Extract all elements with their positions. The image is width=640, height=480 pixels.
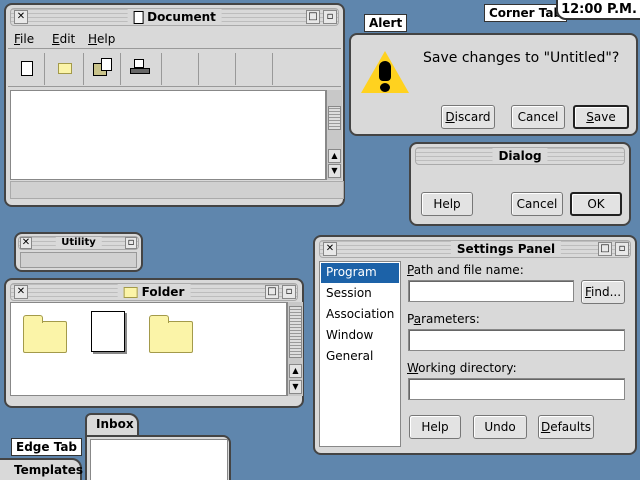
defaults-button[interactable]: Defaults — [538, 415, 594, 439]
scroll-up-icon[interactable]: ▲ — [328, 149, 341, 163]
settings-window: ✕ Settings Panel □ ▫ Program Session Ass… — [313, 235, 637, 455]
close-icon[interactable]: ✕ — [14, 10, 28, 24]
toolbar-slot — [163, 53, 199, 85]
clock-text: 12:00 P.M. — [561, 2, 637, 17]
alert-cancel-button[interactable]: Cancel — [511, 105, 565, 129]
workdir-field[interactable] — [408, 378, 625, 400]
window-title: Folder — [141, 285, 185, 299]
sidebar-item-window[interactable]: Window — [321, 326, 399, 346]
inbox-body — [85, 435, 231, 480]
warning-dot — [380, 83, 390, 92]
print-icon[interactable] — [122, 53, 162, 85]
vertical-scrollbar[interactable]: ▲ ▼ — [287, 302, 303, 396]
document-icon — [133, 10, 144, 24]
folder-icon[interactable] — [23, 315, 67, 353]
minimize-icon[interactable]: ▫ — [615, 242, 629, 256]
inbox-content — [90, 439, 228, 480]
maximize-icon[interactable]: □ — [598, 242, 612, 256]
copy-icon[interactable] — [85, 53, 121, 85]
minimize-icon[interactable]: ▫ — [323, 10, 337, 24]
alert-window: Save changes to "Untitled"? Discard Canc… — [349, 33, 638, 136]
dialog-window: Dialog Help Cancel OK — [409, 142, 631, 226]
scroll-up-icon[interactable]: ▲ — [289, 364, 302, 378]
open-folder-icon[interactable] — [46, 53, 84, 85]
find-button[interactable]: Find... — [581, 280, 625, 304]
path-label: Path and file name: — [407, 263, 524, 277]
params-label: Parameters: — [407, 312, 480, 326]
vertical-scrollbar[interactable]: ▲ ▼ — [326, 90, 342, 180]
sidebar-item-general[interactable]: General — [321, 347, 399, 367]
close-icon[interactable]: ✕ — [14, 285, 28, 299]
menu-file[interactable]: File — [14, 32, 34, 46]
new-file-icon[interactable] — [11, 53, 45, 85]
file-icon[interactable] — [91, 311, 125, 352]
utility-title: Utility — [55, 237, 102, 249]
dialog-title: Dialog — [492, 148, 548, 164]
sidebar-item-association[interactable]: Association — [321, 305, 399, 325]
window-title: Document — [147, 10, 216, 24]
clock: 12:00 P.M. — [556, 0, 640, 20]
settings-titlebar[interactable]: ✕ Settings Panel □ ▫ — [319, 240, 631, 258]
scroll-down-icon[interactable]: ▼ — [328, 164, 341, 178]
undo-button[interactable]: Undo — [473, 415, 527, 439]
scroll-down-icon[interactable]: ▼ — [289, 380, 302, 394]
templates-tab[interactable]: Templates — [0, 458, 84, 480]
utility-body — [20, 252, 137, 268]
maximize-icon[interactable]: □ — [306, 10, 320, 24]
close-icon[interactable]: ✕ — [323, 242, 337, 256]
settings-sidebar: Program Session Association Window Gener… — [319, 261, 401, 447]
dialog-help-button[interactable]: Help — [421, 192, 473, 216]
scroll-thumb[interactable] — [289, 306, 302, 358]
utility-window: ✕ Utility ▫ — [14, 232, 143, 272]
settings-title: Settings Panel — [450, 241, 562, 257]
parameters-field[interactable] — [408, 329, 625, 351]
folder-icon[interactable] — [149, 315, 193, 353]
alert-message: Save changes to "Untitled"? — [423, 50, 620, 66]
toolbar-slot — [200, 53, 236, 85]
toolbar-slot — [237, 53, 273, 85]
menu-edit[interactable]: Edit — [52, 32, 75, 46]
path-field[interactable] — [408, 280, 574, 302]
maximize-icon[interactable]: □ — [265, 285, 279, 299]
folder-content — [10, 302, 287, 396]
inbox-tab[interactable]: Inbox — [85, 413, 139, 437]
corner-tab[interactable]: Corner Tab — [484, 4, 568, 22]
document-window: ✕ Document □ ▫ File Edit Help ▲ ▼ — [4, 3, 345, 207]
document-titlebar[interactable]: ✕ Document □ ▫ — [10, 8, 339, 26]
folder-icon — [123, 286, 138, 298]
inbox-window: Inbox — [85, 413, 233, 480]
templates-tab-label: Templates — [14, 463, 84, 477]
warning-mark — [379, 61, 391, 81]
dialog-cancel-button[interactable]: Cancel — [511, 192, 563, 216]
discard-button[interactable]: Discard — [441, 105, 495, 129]
save-button[interactable]: Save — [573, 105, 629, 129]
edge-tab[interactable]: Edge Tab — [11, 438, 83, 456]
alert-tab[interactable]: Alert — [364, 14, 408, 32]
settings-help-button[interactable]: Help — [409, 415, 461, 439]
sidebar-item-session[interactable]: Session — [321, 284, 399, 304]
sidebar-item-program[interactable]: Program — [321, 263, 399, 283]
ok-button[interactable]: OK — [570, 192, 622, 216]
toolbar — [8, 51, 341, 87]
status-bar — [10, 181, 344, 199]
document-text-area[interactable] — [10, 90, 326, 180]
scroll-thumb[interactable] — [328, 106, 341, 130]
menu-help[interactable]: Help — [88, 32, 115, 46]
folder-window: ✕ Folder □ ▫ ▲ ▼ — [4, 278, 304, 408]
minimize-icon[interactable]: ▫ — [125, 237, 137, 249]
dialog-titlebar[interactable]: Dialog — [415, 147, 625, 165]
folder-titlebar[interactable]: ✕ Folder □ ▫ — [10, 283, 298, 301]
menu-bar: File Edit Help — [8, 29, 341, 49]
utility-titlebar[interactable]: ✕ Utility ▫ — [18, 236, 139, 250]
close-icon[interactable]: ✕ — [20, 237, 32, 249]
minimize-icon[interactable]: ▫ — [282, 285, 296, 299]
workdir-label: Working directory: — [407, 361, 517, 375]
inbox-tab-label: Inbox — [96, 417, 134, 431]
